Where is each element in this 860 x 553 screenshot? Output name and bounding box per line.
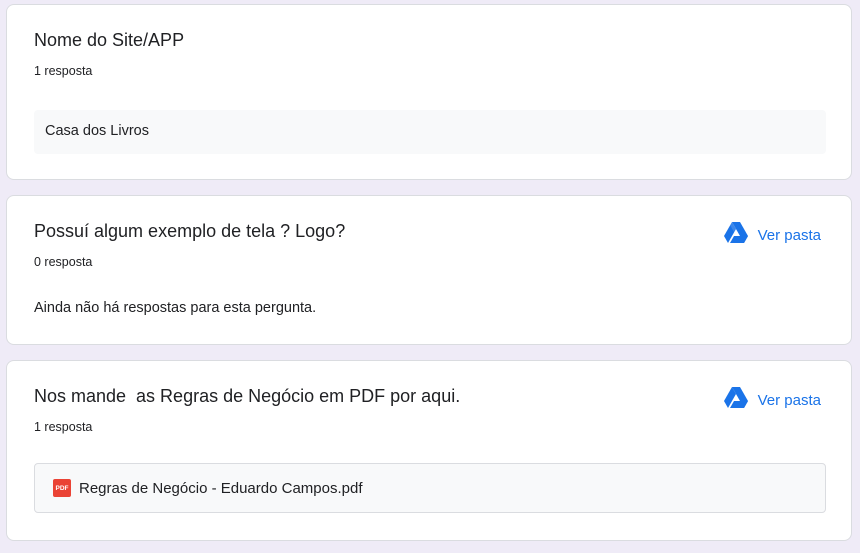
file-item[interactable]: PDF Regras de Negócio - Eduardo Campos.p…	[34, 463, 826, 513]
response-count: 0 resposta	[34, 255, 93, 269]
response-count: 1 resposta	[34, 64, 93, 78]
view-folder-label: Ver pasta	[757, 391, 821, 409]
answer-text: Casa dos Livros	[45, 123, 149, 139]
question-card-business-rules: Nos mande as Regras de Negócio em PDF po…	[6, 360, 852, 541]
question-title: Nome do Site/APP	[34, 30, 185, 50]
view-folder-label: Ver pasta	[757, 226, 821, 244]
no-answers-message: Ainda não há respostas para esta pergunt…	[34, 300, 317, 316]
question-title: Nos mande as Regras de Negócio em PDF po…	[34, 386, 461, 406]
file-name: Regras de Negócio - Eduardo Campos.pdf	[79, 479, 363, 497]
response-count: 1 resposta	[34, 420, 93, 434]
pdf-icon: PDF	[53, 479, 71, 497]
google-drive-icon	[723, 222, 748, 248]
view-folder-link[interactable]: Ver pasta	[723, 222, 821, 248]
google-drive-icon	[723, 387, 748, 413]
view-folder-link[interactable]: Ver pasta	[723, 387, 821, 413]
answer-item: Casa dos Livros	[34, 110, 826, 154]
question-card-screen-example: Possuí algum exemplo de tela ? Logo? 0 r…	[6, 195, 852, 345]
question-title: Possuí algum exemplo de tela ? Logo?	[34, 221, 346, 241]
question-card-site-name: Nome do Site/APP 1 resposta Casa dos Liv…	[6, 4, 852, 180]
